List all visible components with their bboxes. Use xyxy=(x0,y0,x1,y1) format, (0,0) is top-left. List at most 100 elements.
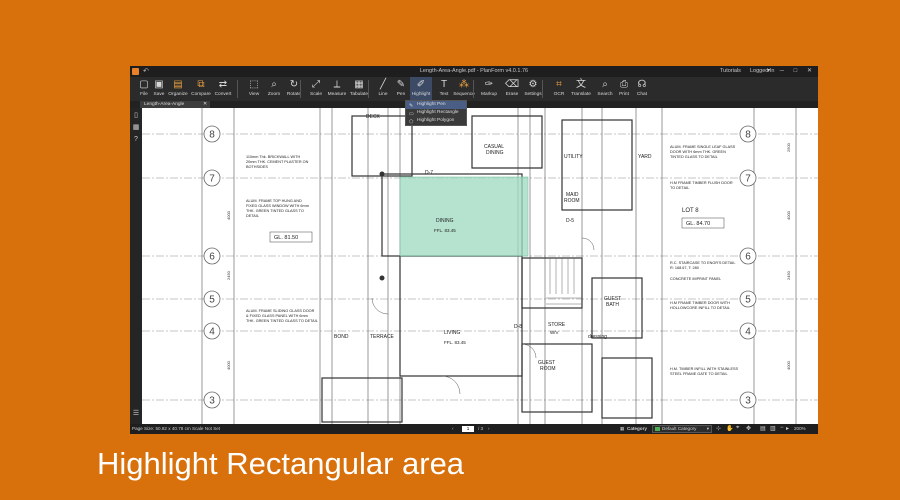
scale-text[interactable]: Scale Not Set xyxy=(192,426,220,431)
toolbar-button-sequence[interactable]: ⁂ Sequence xyxy=(453,77,475,101)
toolbar-button-measure[interactable]: ⟂ Measure xyxy=(326,77,348,101)
help-icon[interactable]: ? xyxy=(132,136,140,144)
category-label: Category xyxy=(627,426,647,431)
print-icon: ⎙ xyxy=(620,79,628,90)
note-window: ALUM. FRAME TOP HUNG AND FIXED GLASS WIN… xyxy=(246,199,310,218)
note-sliding-door: ALUM. FRAME SLIDING GLASS DOOR & FIXED G… xyxy=(246,309,318,323)
toolbar-button-scale[interactable]: ⤢ Scale xyxy=(305,77,327,101)
markup-icon: ✑ xyxy=(484,79,494,90)
toolbar-button-highlight[interactable]: ✐ Highlight xyxy=(410,77,432,101)
room-label-yard: YARD xyxy=(638,154,652,160)
single-page-icon[interactable]: ▤ xyxy=(760,425,766,432)
tab-label: Length-Area-Angle xyxy=(144,102,185,107)
toolbar-button-pen[interactable]: ✎ Pen xyxy=(390,77,412,101)
grid-marker-label: 6 xyxy=(745,252,751,263)
toolbar-label: OCR xyxy=(553,92,565,97)
note-hollowcore-door: H.M FRAME TIMBER DOOR WITH HOLLOWCORE IN… xyxy=(670,301,731,310)
toolbar-label: Translate xyxy=(571,92,591,97)
floor-plan-drawing: 8 8 7 7 6 6 5 5 4 4 3 3 DECK CASUAL DINING DINING FF… xyxy=(142,108,818,424)
menu-item-label: Highlight Pen xyxy=(417,102,446,107)
category-color-swatch xyxy=(655,427,660,431)
category-value: Default Category xyxy=(662,426,697,431)
highlight-menu: ✎ Highlight Pen ▭ Highlight Rectangle ⬠ … xyxy=(405,100,467,126)
toolbar-button-zoom[interactable]: ⌕ Zoom xyxy=(263,77,285,101)
toolbar-button-convert[interactable]: ⇄ Convert xyxy=(212,77,234,101)
erase-icon: ⌫ xyxy=(505,79,520,90)
menu-item-label: Highlight Polygon xyxy=(417,118,455,123)
note-flush-door: H.M FRAME TIMBER FLUSH DOOR TO DETAIL xyxy=(670,181,734,190)
page-size-text: Page Size: 50.82 x 40.78 cm xyxy=(132,426,191,431)
two-page-icon[interactable]: ▥ xyxy=(770,425,776,432)
prev-page-button[interactable]: ‹ xyxy=(452,426,454,431)
hand-tool-icon[interactable]: ✋ xyxy=(726,425,733,432)
toolbar-separator xyxy=(542,80,543,98)
status-bar: Page Size: 50.82 x 40.78 cm Scale Not Se… xyxy=(130,424,818,434)
door-swings xyxy=(371,237,595,395)
dim-right-2: 4000 xyxy=(786,210,791,220)
window-controls[interactable]: ▾ ─ □ ✕ xyxy=(767,67,816,74)
grid-marker-label: 5 xyxy=(209,295,215,306)
main-toolbar: ▢ File ▣ Save ▤ Organize ⧉ Compare ⇄ Convert ⬚ View… xyxy=(130,77,818,101)
pan-icon[interactable]: ✥ xyxy=(746,425,751,432)
room-label-store: STORE xyxy=(548,322,566,328)
zoom-slider[interactable]: ▸ xyxy=(786,425,789,432)
toolbar-button-translate[interactable]: 文 Translate xyxy=(570,77,592,101)
toolbar-button-organize[interactable]: ▤ Organize xyxy=(167,77,189,101)
next-page-button[interactable]: › xyxy=(488,426,490,431)
category-select[interactable]: Default Category ▾ xyxy=(652,425,712,433)
snap-icon[interactable]: ⌖ xyxy=(736,425,739,432)
room-label-dining: DINING xyxy=(436,218,454,224)
zoom-icon: ⌕ xyxy=(271,79,277,90)
toolbar-button-settings[interactable]: ⚙ Settings xyxy=(522,77,544,101)
dim-right-4: 4000 xyxy=(786,360,791,370)
menu-item-label: Highlight Rectangle xyxy=(417,110,459,115)
dim-left-2: 2450 xyxy=(226,270,231,280)
room-label-guest-bath: GUEST BATH xyxy=(604,296,621,308)
menu-item-highlight-rectangle[interactable]: ▭ Highlight Rectangle xyxy=(406,109,466,117)
close-icon[interactable]: ✕ xyxy=(203,101,207,108)
zoom-out-icon[interactable]: − xyxy=(780,425,784,431)
toolbar-button-chat[interactable]: ☊ Chat xyxy=(631,77,653,101)
toolbar-button-ocr[interactable]: ⌗ OCR xyxy=(548,77,570,101)
dim-right-3: 2450 xyxy=(786,270,791,280)
menu-icon[interactable]: ☰ xyxy=(132,410,140,418)
toolbar-button-view[interactable]: ⬚ View xyxy=(243,77,265,101)
category-icon: ▦ xyxy=(620,426,625,431)
toolbar-button-compare[interactable]: ⧉ Compare xyxy=(190,77,212,101)
menu-item-highlight-pen[interactable]: ✎ Highlight Pen xyxy=(406,101,466,109)
toolbar-label: Chat xyxy=(636,92,648,97)
toolbar-button-rotate[interactable]: ↻ Rotate xyxy=(283,77,305,101)
line-icon: ╱ xyxy=(379,79,387,90)
room-label-guest-room: GUEST ROOM xyxy=(538,360,556,372)
toolbar-button-text[interactable]: T Text xyxy=(433,77,455,101)
toolbar-label: Highlight xyxy=(411,92,431,97)
menu-item-highlight-polygon[interactable]: ⬠ Highlight Polygon xyxy=(406,117,466,125)
grid-marker-label: 3 xyxy=(745,396,751,407)
settings-icon: ⚙ xyxy=(528,79,538,90)
convert-icon: ⇄ xyxy=(218,79,228,90)
grid-marker-label: 8 xyxy=(745,130,751,141)
toolbar-button-erase[interactable]: ⌫ Erase xyxy=(501,77,523,101)
toolbar-button-tabulate[interactable]: ▦ Tabulate xyxy=(348,77,370,101)
thumbnails-icon[interactable]: ▦ xyxy=(132,124,140,132)
toolbar-button-markup[interactable]: ✑ Markup xyxy=(478,77,500,101)
highlight-rectangle[interactable] xyxy=(399,176,529,257)
view-icon: ⬚ xyxy=(249,79,259,90)
gl-label-right: GL. 84.70 xyxy=(686,221,710,227)
chevron-down-icon: ▾ xyxy=(706,426,709,431)
rotate-icon: ↻ xyxy=(289,79,299,90)
text-icon: T xyxy=(440,79,448,90)
tab-length-area-angle[interactable]: Length-Area-Angle ✕ xyxy=(140,101,210,108)
zoom-level[interactable]: 200% xyxy=(794,426,806,431)
document-canvas[interactable]: 8 8 7 7 6 6 5 5 4 4 3 3 DECK CASUAL DINING DINING FF… xyxy=(142,108,818,424)
dim-right-1: 2500 xyxy=(786,142,791,152)
title-bar: ↶ Length-Area-Angle.pdf - PlanForm v4.0.… xyxy=(130,66,818,77)
compare-icon: ⧉ xyxy=(197,79,205,90)
organize-icon: ▤ xyxy=(173,79,183,90)
tutorials-link[interactable]: Tutorials xyxy=(720,68,741,74)
room-label-utility: UTILITY xyxy=(564,154,583,160)
bookmark-icon[interactable]: ▯ xyxy=(132,112,140,120)
select-tool-icon[interactable]: ⊹ xyxy=(716,425,721,432)
toolbar-label: Rotate xyxy=(286,92,302,97)
page-number-input[interactable]: 1 xyxy=(462,426,474,432)
